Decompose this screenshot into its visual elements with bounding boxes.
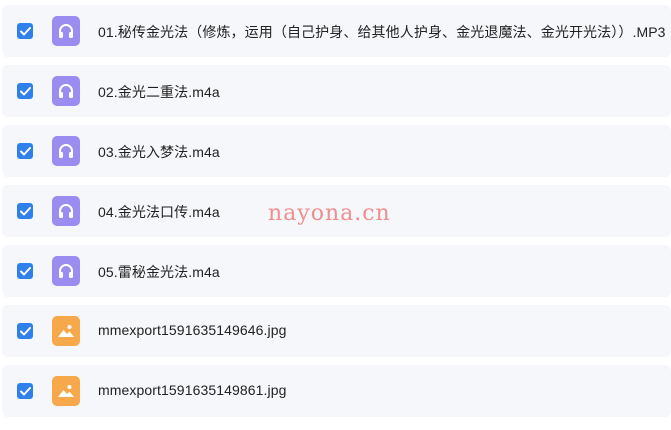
watermark: nayona.cn	[268, 201, 391, 226]
checkmark-icon	[19, 266, 31, 275]
audio-file-icon	[52, 136, 80, 166]
headphones-icon	[59, 84, 73, 98]
image-icon	[58, 385, 74, 397]
file-name[interactable]: 04.金光法口传.m4a	[98, 202, 220, 222]
checkmark-icon	[19, 386, 31, 395]
checkmark-icon	[19, 26, 31, 35]
headphones-icon	[59, 264, 73, 278]
file-checkbox[interactable]	[17, 383, 33, 399]
file-row[interactable]: mmexport1591635149861.jpg	[2, 365, 671, 417]
audio-file-icon	[52, 256, 80, 286]
checkmark-icon	[19, 146, 31, 155]
file-checkbox[interactable]	[17, 143, 33, 159]
file-name[interactable]: 03.金光入梦法.m4a	[98, 142, 220, 162]
headphones-icon	[59, 144, 73, 158]
image-file-icon	[52, 316, 80, 346]
file-checkbox[interactable]	[17, 323, 33, 339]
checkmark-icon	[19, 86, 31, 95]
audio-file-icon	[52, 16, 80, 46]
file-row[interactable]: 01.秘传金光法（修炼，运用（自己护身、给其他人护身、金光退魔法、金光开光法））…	[2, 5, 671, 57]
file-name[interactable]: 05.雷秘金光法.m4a	[98, 262, 220, 282]
file-row[interactable]: 03.金光入梦法.m4a	[2, 125, 671, 177]
file-checkbox[interactable]	[17, 23, 33, 39]
headphones-icon	[59, 24, 73, 38]
file-checkbox[interactable]	[17, 203, 33, 219]
image-icon	[58, 325, 74, 337]
file-name[interactable]: 02.金光二重法.m4a	[98, 82, 220, 102]
checkmark-icon	[19, 326, 31, 335]
file-row[interactable]: 05.雷秘金光法.m4a	[2, 245, 671, 297]
checkmark-icon	[19, 206, 31, 215]
file-row[interactable]: mmexport1591635149646.jpg	[2, 305, 671, 357]
headphones-icon	[59, 204, 73, 218]
file-name[interactable]: mmexport1591635149861.jpg	[98, 382, 287, 398]
file-checkbox[interactable]	[17, 83, 33, 99]
audio-file-icon	[52, 76, 80, 106]
file-checkbox[interactable]	[17, 263, 33, 279]
file-row[interactable]: 02.金光二重法.m4a	[2, 65, 671, 117]
image-file-icon	[52, 376, 80, 406]
file-name[interactable]: 01.秘传金光法（修炼，运用（自己护身、给其他人护身、金光退魔法、金光开光法））…	[98, 22, 666, 42]
file-name[interactable]: mmexport1591635149646.jpg	[98, 322, 287, 338]
audio-file-icon	[52, 196, 80, 226]
